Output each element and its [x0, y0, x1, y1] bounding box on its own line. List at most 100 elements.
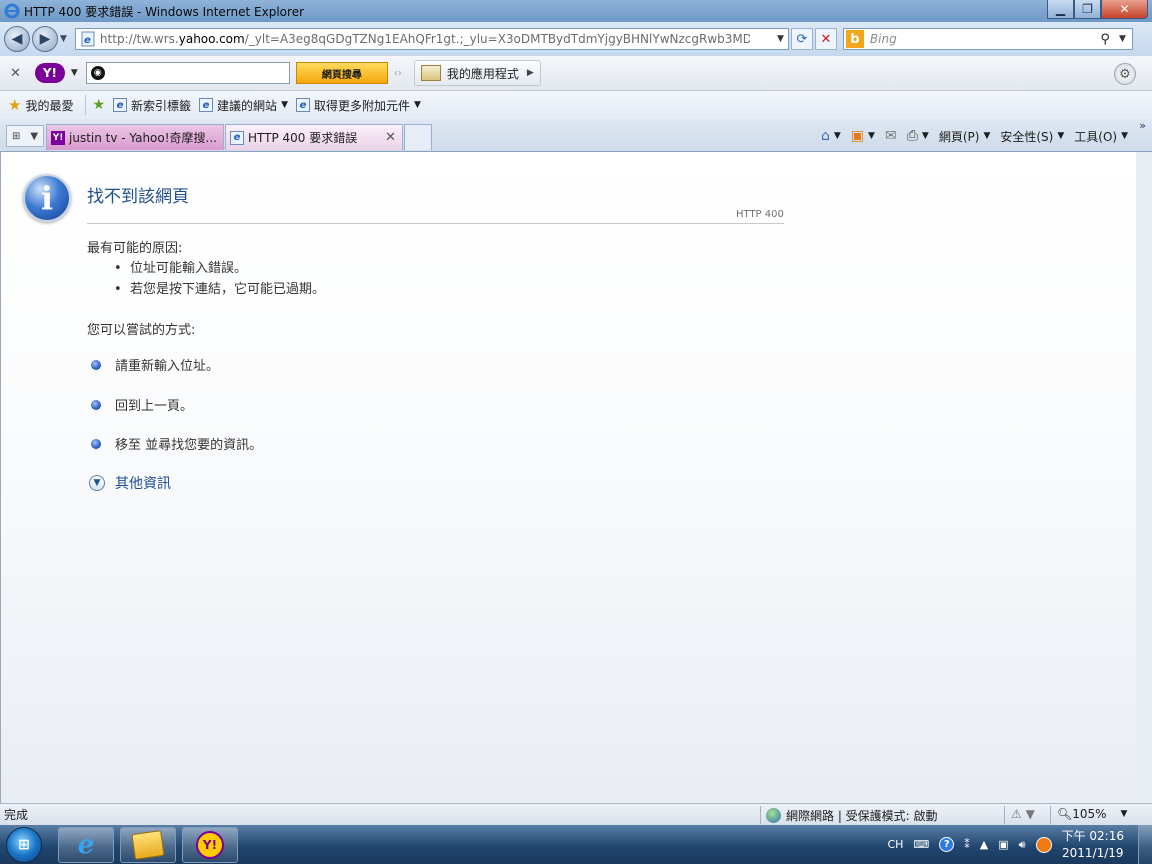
web-search-button[interactable]: 網頁搜尋	[295, 62, 388, 84]
read-mail-button[interactable]: ✉	[885, 128, 897, 144]
zoom-control[interactable]: 🔍︎ 105% ▼	[1057, 807, 1127, 821]
fav-item-get-addons[interactable]: e 取得更多附加元件 ▼	[295, 97, 421, 114]
search-icon[interactable]: ⚲	[1100, 32, 1110, 47]
add-to-favorites-icon[interactable]: ★	[92, 97, 105, 113]
divider	[760, 806, 761, 824]
action-go-to-site: 移至 並尋找您要的資訊。	[91, 434, 262, 453]
tab-bar: ⊞ ▼ Y! justin tv - Yahoo!奇摩搜... e HTTP 40…	[0, 119, 1152, 152]
taskbar: ⊞ e Y! CH ⌨ ? ⁑ ▲ ▣ 🔊︎ 下午 02:16 2011/1/1…	[0, 825, 1152, 864]
more-info-link[interactable]: ▼ 其他資訊	[89, 473, 171, 493]
address-url[interactable]: http://tw.wrs.yahoo.com/_ylt=A3eg8qGDgTZ…	[100, 32, 750, 46]
toolbar-resize-handle[interactable]: ‹›	[394, 68, 402, 79]
yahoo-favicon-icon: Y!	[51, 130, 65, 145]
close-tab-icon[interactable]: ✕	[385, 130, 396, 145]
fav-item-label: 取得更多附加元件	[313, 98, 410, 113]
start-button[interactable]: ⊞	[6, 826, 42, 863]
close-window-button[interactable]: ✕	[1101, 0, 1148, 19]
page-content: i 找不到該網頁 HTTP 400 最有可能的原因: • 位址可能輸入錯誤。 •…	[0, 152, 1152, 803]
ie-page-icon: e	[295, 98, 310, 112]
ie-logo-icon	[4, 3, 20, 19]
yahoo-logo[interactable]: Y!	[34, 63, 65, 83]
stop-button[interactable]: ✕	[814, 28, 837, 50]
yahoo-search-input[interactable]	[108, 66, 289, 80]
fav-item-suggested-sites[interactable]: e 建議的網站 ▼	[199, 97, 288, 114]
mail-icon: ✉	[884, 128, 897, 144]
home-icon: ⌂	[821, 128, 830, 144]
search-options-dropdown[interactable]: ▼	[1119, 34, 1126, 44]
security-zone[interactable]: 網際網路 | 受保護模式: 啟動	[766, 807, 938, 824]
home-button[interactable]: ⌂ ▼	[821, 128, 841, 144]
page-menu[interactable]: 網頁(P) ▼	[939, 128, 991, 145]
feeds-button[interactable]: ▣ ▼	[851, 128, 875, 144]
back-button[interactable]: ◀	[4, 26, 30, 52]
forward-button[interactable]: ▶	[32, 26, 58, 52]
magnifier-icon: ◉	[90, 66, 105, 80]
svg-text:e: e	[84, 35, 91, 46]
more-info-label[interactable]: 其他資訊	[115, 473, 171, 493]
quick-tabs-button[interactable]: ⊞ ▼	[6, 125, 44, 147]
toolbar-close-icon[interactable]: ✕	[10, 66, 21, 81]
yahoo-search-field[interactable]: ◉	[85, 62, 290, 84]
yahoo-toolbar: ✕ Y! ▼ ◉ 網頁搜尋 ‹› 我的應用程式 ▶ ⚙	[0, 56, 1152, 91]
command-bar: ⌂ ▼ ▣ ▼ ✉ ⎙ ▼ 網頁(P) ▼ 安全性(S) ▼ 工具(O) ▼	[811, 123, 1142, 149]
feed-icon: ▣	[850, 128, 865, 144]
recent-pages-dropdown[interactable]: ▼	[60, 34, 67, 44]
reason-heading: 最有可能的原因:	[87, 241, 183, 256]
address-bar[interactable]: e http://tw.wrs.yahoo.com/_ylt=A3eg8qGDg…	[74, 28, 789, 50]
more-commands-icon[interactable]: »	[1139, 119, 1146, 132]
action-retype-address: 請重新輸入位址。	[91, 355, 219, 374]
action-label[interactable]: 回到上一頁。	[115, 395, 193, 414]
tab-yahoo-search[interactable]: Y! justin tv - Yahoo!奇摩搜...	[46, 124, 224, 150]
minimize-button[interactable]: ▁	[1047, 0, 1074, 19]
taskbar-ie-button[interactable]: e	[58, 826, 114, 863]
page-menu-label: 網頁(P)	[938, 129, 980, 144]
divider	[1050, 806, 1051, 824]
tab-http-400[interactable]: e HTTP 400 要求錯誤 ✕	[225, 124, 403, 150]
system-tray: CH ⌨ ? ⁑ ▲ ▣ 🔊︎ 下午 02:16 2011/1/19	[887, 825, 1152, 864]
network-icon[interactable]: ▣	[998, 838, 1008, 851]
fav-item-new-tab[interactable]: e 新索引標籤	[113, 97, 191, 114]
tools-menu[interactable]: 工具(O) ▼	[1074, 128, 1128, 145]
tab-label: justin tv - Yahoo!奇摩搜...	[69, 131, 217, 145]
chevron-down-icon: ▼	[868, 131, 875, 141]
reason-list: • 位址可能輸入錯誤。 • 若您是按下連結，它可能已過期。	[114, 257, 325, 299]
folder-icon	[131, 829, 165, 860]
clock-date: 2011/1/19	[1062, 845, 1124, 860]
refresh-button[interactable]: ⟳	[790, 28, 813, 50]
action-go-back-link[interactable]: 回到上一頁。	[91, 395, 193, 414]
ie-page-icon: e	[199, 98, 214, 112]
taskbar-yahoo-messenger-button[interactable]: Y!	[182, 826, 238, 863]
http-status-code: HTTP 400	[736, 209, 784, 220]
divider	[1004, 806, 1005, 824]
security-status-icon[interactable]: ⚠ ▼	[1011, 807, 1035, 821]
language-indicator[interactable]: CH	[887, 838, 903, 851]
my-apps-button[interactable]: 我的應用程式 ▶	[413, 60, 541, 86]
page-title: 找不到該網頁	[87, 187, 189, 207]
bing-icon: b	[845, 30, 864, 48]
maximize-button[interactable]: ❐	[1074, 0, 1101, 19]
apps-icon	[420, 65, 441, 81]
page-icon: e	[81, 31, 95, 47]
keyboard-icon[interactable]: ⌨	[913, 838, 929, 851]
gear-icon[interactable]: ⚙	[1114, 63, 1136, 85]
favorites-button[interactable]: 我的最愛	[25, 97, 73, 114]
ime-options-icon[interactable]: ⁑	[964, 838, 970, 851]
print-button[interactable]: ⎙ ▼	[907, 128, 929, 144]
my-apps-label: 我的應用程式	[446, 66, 519, 81]
yahoo-menu-dropdown[interactable]: ▼	[71, 68, 78, 78]
yahoo-messenger-icon: Y!	[196, 830, 224, 859]
new-tab-button[interactable]	[404, 124, 432, 150]
show-hidden-icons[interactable]: ▲	[980, 838, 988, 851]
bing-search-box[interactable]: b Bing ⚲ ▼	[842, 28, 1133, 50]
address-dropdown-icon[interactable]: ▼	[777, 34, 784, 44]
tab-label: HTTP 400 要求錯誤	[248, 131, 358, 145]
taskbar-explorer-button[interactable]	[120, 826, 176, 863]
zone-label: 網際網路 | 受保護模式: 啟動	[786, 809, 938, 823]
favorites-star-icon[interactable]: ★	[8, 96, 21, 114]
safety-menu[interactable]: 安全性(S) ▼	[1000, 128, 1064, 145]
clock[interactable]: 下午 02:16 2011/1/19	[1062, 828, 1124, 862]
antivirus-icon[interactable]	[1035, 836, 1052, 853]
help-icon[interactable]: ?	[939, 837, 955, 852]
volume-icon[interactable]: 🔊︎	[1019, 838, 1026, 852]
show-desktop-button[interactable]	[1138, 825, 1152, 864]
